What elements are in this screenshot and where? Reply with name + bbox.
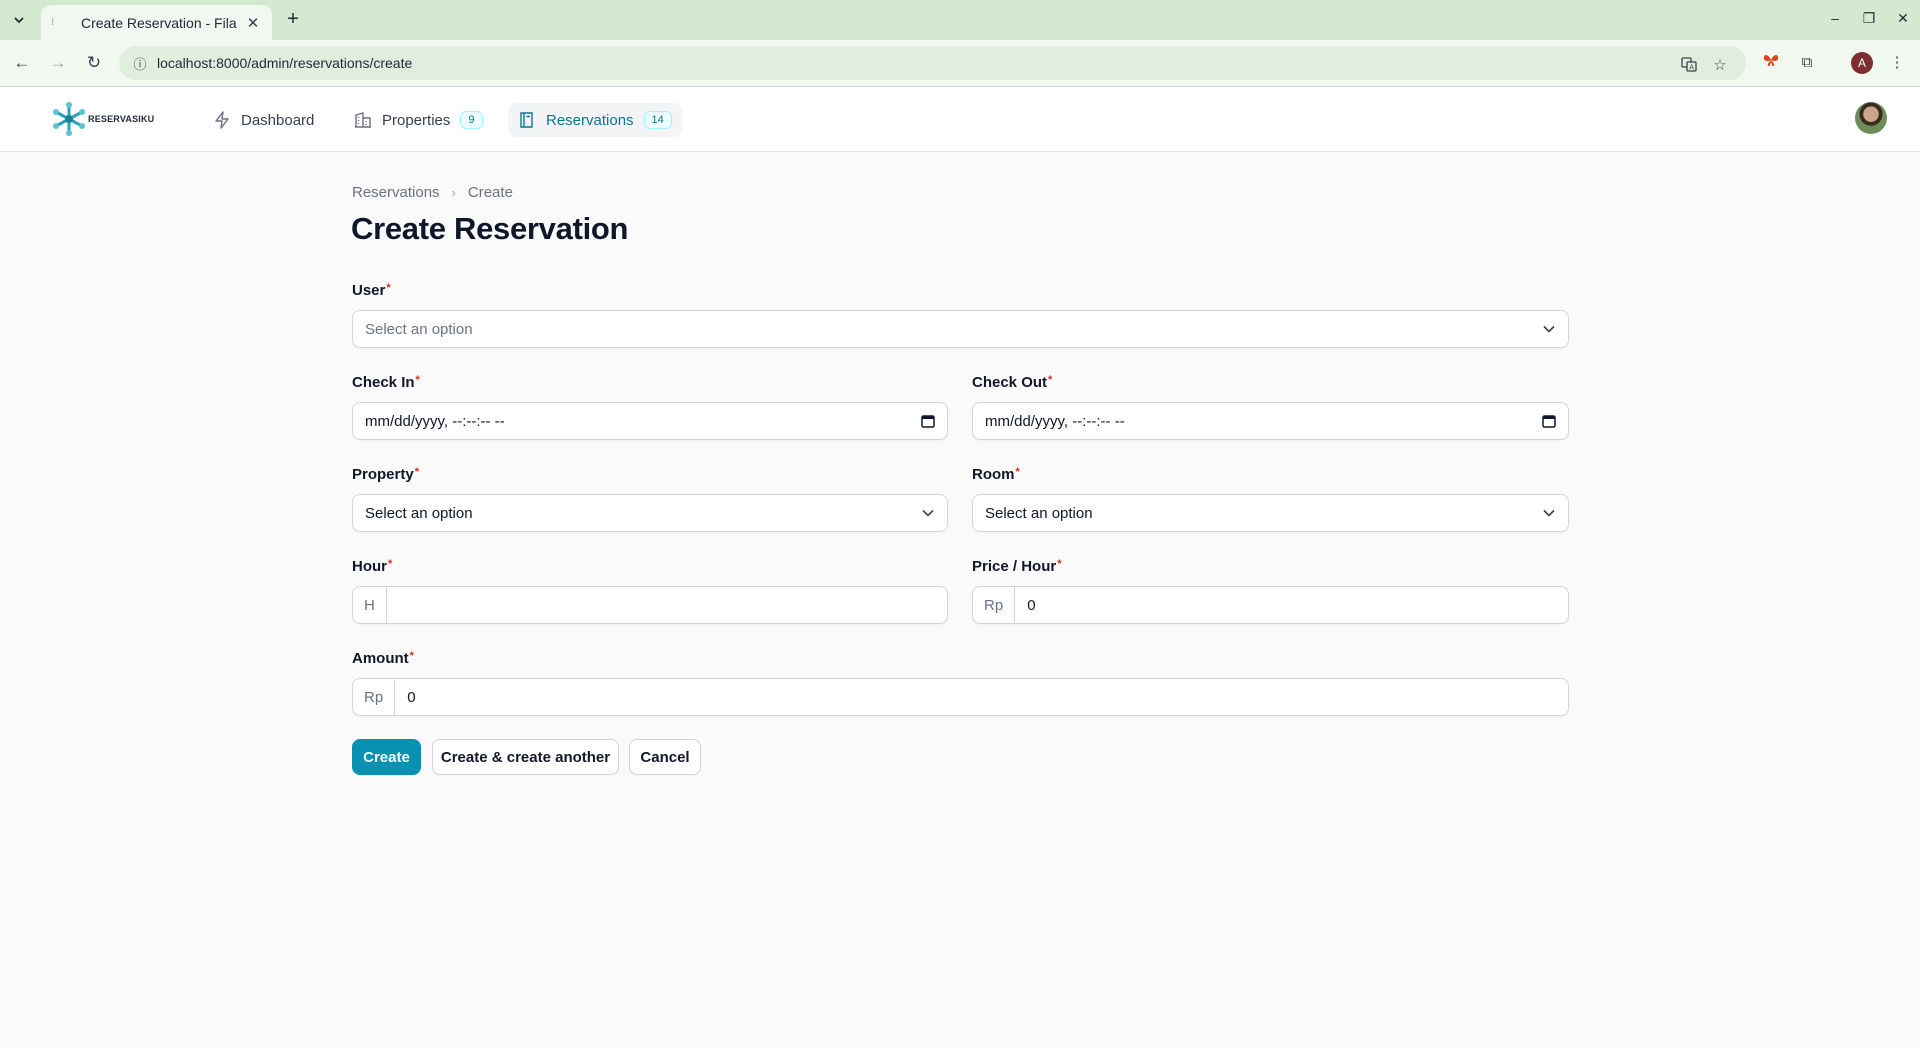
page-title: Create Reservation	[351, 211, 629, 246]
required-mark: *	[415, 374, 420, 386]
new-tab-icon[interactable]: +	[281, 8, 305, 32]
logo-text: RESERVASIKU	[88, 114, 155, 124]
tab-favicon-icon: ⁝	[51, 17, 55, 28]
tab-title: Create Reservation - Fila	[81, 14, 237, 31]
user-label-text: User	[352, 282, 386, 299]
browser-tab[interactable]: ⁝ Create Reservation - Fila ✕	[41, 5, 272, 40]
property-label-text: Property	[352, 466, 414, 483]
property-select-value: Select an option	[365, 504, 473, 522]
property-select[interactable]: Select an option	[352, 494, 948, 532]
required-mark: *	[386, 282, 391, 294]
app-logo[interactable]: RESERVASIKU	[52, 99, 154, 139]
translate-icon[interactable]: A	[1678, 56, 1700, 76]
reservations-count-badge: 14	[643, 111, 672, 129]
required-mark: *	[388, 558, 393, 570]
price-per-hour-value: 0	[1027, 596, 1036, 614]
address-bar[interactable]: ⓘ localhost:8000/admin/reservations/crea…	[119, 46, 1746, 80]
restore-icon[interactable]: ❐	[1859, 10, 1879, 27]
logo-snowflake-icon	[53, 102, 85, 136]
room-label: Room*	[972, 466, 1020, 483]
nav-reservations-label: Reservations	[546, 111, 634, 129]
hour-label: Hour*	[352, 558, 392, 575]
nav-properties[interactable]: Properties 9	[344, 103, 493, 137]
breadcrumb-chevron-icon: ›	[451, 185, 456, 200]
calendar-icon[interactable]	[909, 414, 947, 428]
required-mark: *	[1057, 558, 1062, 570]
property-label: Property*	[352, 466, 419, 483]
price-per-hour-label-text: Price / Hour	[972, 558, 1057, 575]
nav-properties-label: Properties	[382, 111, 451, 129]
chevron-down-icon	[909, 509, 947, 517]
amount-label-text: Amount	[352, 650, 409, 667]
user-avatar[interactable]	[1855, 102, 1887, 134]
extension-butterfly-icon[interactable]	[1760, 52, 1782, 74]
breadcrumb-reservations[interactable]: Reservations	[352, 184, 440, 201]
hour-input[interactable]: H	[352, 586, 948, 624]
site-info-icon[interactable]: ⓘ	[123, 54, 157, 73]
check-in-label-text: Check In	[352, 374, 415, 391]
bookmark-star-icon[interactable]: ☆	[1709, 56, 1731, 74]
properties-count-badge: 9	[460, 111, 483, 129]
close-window-icon[interactable]: ✕	[1893, 10, 1913, 27]
building-icon	[354, 111, 372, 129]
browser-menu-icon[interactable]: ⋮	[1886, 52, 1908, 74]
room-label-text: Room	[972, 466, 1015, 483]
breadcrumb-create: Create	[467, 184, 513, 201]
create-another-button[interactable]: Create & create another	[432, 739, 619, 775]
nav-dashboard[interactable]: Dashboard	[203, 103, 324, 137]
forward-icon[interactable]: →	[47, 52, 69, 74]
url-text: localhost:8000/admin/reservations/create	[157, 55, 413, 71]
required-mark: *	[409, 650, 414, 662]
book-icon	[518, 111, 536, 129]
chevron-down-icon	[1530, 325, 1568, 333]
price-per-hour-input[interactable]: Rp 0	[972, 586, 1569, 624]
tab-close-icon[interactable]: ✕	[244, 14, 262, 32]
user-select-placeholder: Select an option	[365, 320, 473, 338]
reload-icon[interactable]: ↻	[83, 52, 105, 74]
hour-label-text: Hour	[352, 558, 387, 575]
check-out-label-text: Check Out	[972, 374, 1048, 391]
check-in-value: mm/dd/yyyy, --:--:-- --	[365, 412, 505, 430]
check-out-datetime-input[interactable]: mm/dd/yyyy, --:--:-- --	[972, 402, 1569, 440]
amount-value: 0	[407, 688, 416, 706]
amount-input[interactable]: Rp 0	[352, 678, 1569, 716]
hour-prefix: H	[353, 587, 387, 623]
price-per-hour-prefix: Rp	[973, 587, 1016, 623]
price-per-hour-label: Price / Hour*	[972, 558, 1061, 575]
user-label: User*	[352, 282, 391, 299]
browser-tab-bar: ⁝ Create Reservation - Fila ✕ + – ❐ ✕	[0, 0, 1920, 40]
user-select[interactable]: Select an option	[352, 310, 1569, 348]
required-mark: *	[414, 466, 419, 478]
create-button[interactable]: Create	[352, 739, 421, 775]
check-in-label: Check In*	[352, 374, 420, 391]
chevron-down-icon	[1530, 509, 1568, 517]
amount-prefix: Rp	[353, 679, 396, 715]
room-select[interactable]: Select an option	[972, 494, 1569, 532]
required-mark: *	[1015, 466, 1020, 478]
bolt-icon	[213, 111, 231, 129]
check-out-value: mm/dd/yyyy, --:--:-- --	[985, 412, 1125, 430]
app-header: RESERVASIKU Dashboard Properties 9 Reser…	[0, 87, 1920, 152]
profile-avatar[interactable]: A	[1851, 52, 1873, 74]
svg-text:A: A	[1689, 64, 1694, 72]
nav-dashboard-label: Dashboard	[241, 111, 315, 129]
cancel-button[interactable]: Cancel	[629, 739, 701, 775]
tab-search-icon[interactable]	[8, 9, 30, 31]
required-mark: *	[1048, 374, 1053, 386]
room-select-value: Select an option	[985, 504, 1093, 522]
browser-toolbar: ← → ↻ ⓘ localhost:8000/admin/reservation…	[0, 40, 1920, 87]
nav-reservations[interactable]: Reservations 14	[508, 103, 682, 137]
extensions-puzzle-icon[interactable]: ⧉	[1796, 52, 1818, 74]
check-in-datetime-input[interactable]: mm/dd/yyyy, --:--:-- --	[352, 402, 948, 440]
check-out-label: Check Out*	[972, 374, 1052, 391]
back-icon[interactable]: ←	[11, 52, 33, 74]
calendar-icon[interactable]	[1530, 414, 1568, 428]
amount-label: Amount*	[352, 650, 414, 667]
minimize-icon[interactable]: –	[1825, 10, 1845, 26]
breadcrumb: Reservations › Create	[352, 184, 513, 201]
